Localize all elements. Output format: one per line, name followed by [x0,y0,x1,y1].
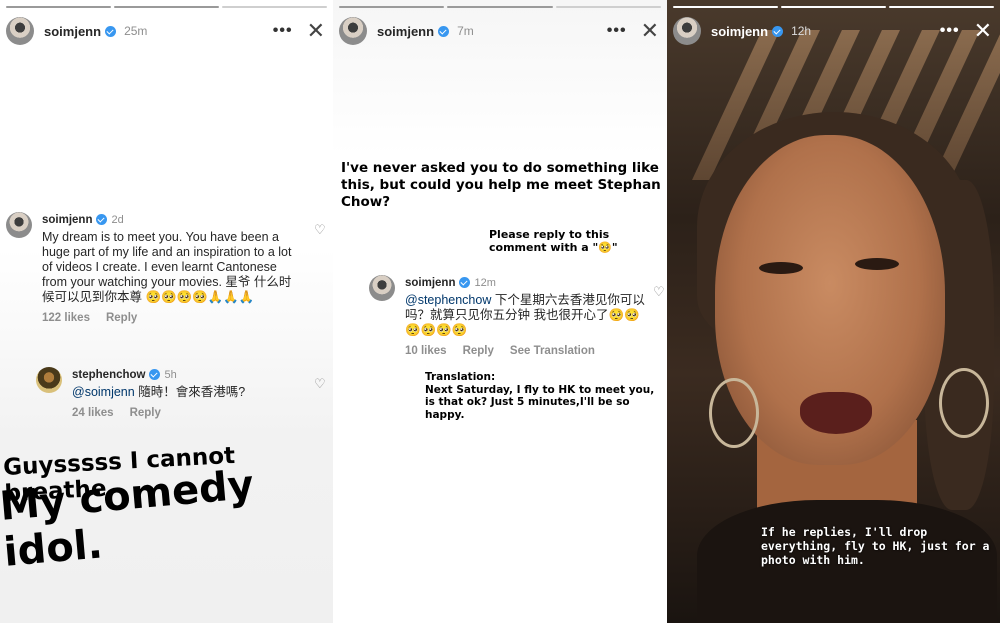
progress-segment [673,6,778,8]
mention-link[interactable]: @soimjenn [72,385,135,399]
close-icon[interactable]: ✕ [974,20,992,42]
commenter-name[interactable]: soimjenn [405,277,455,289]
more-options-icon[interactable]: ••• [607,22,627,40]
close-icon[interactable]: ✕ [641,20,659,42]
comment: soimjenn 12m @stephenchow 下个星期六去香港见你可以吗？就… [369,275,655,359]
close-icon[interactable]: ✕ [307,20,325,42]
likes-count[interactable]: 122 likes [42,312,90,324]
progress-bars [339,6,661,8]
comment-time: 5h [164,369,177,381]
avatar[interactable] [339,17,367,45]
story-time: 7m [457,24,474,38]
translation-text: Next Saturday, I fly to HK to meet you, … [425,383,655,421]
story-panel-2[interactable]: soimjenn 7m ••• ✕ I've never asked you t… [333,0,667,623]
username[interactable]: soimjenn [377,24,434,39]
commenter-avatar[interactable] [369,275,395,301]
avatar[interactable] [6,17,34,45]
comment-time: 12m [474,277,496,289]
story-panel-3[interactable]: soimjenn 12h ••• ✕ If he replies, I'll d… [667,0,1000,623]
reply-comment: stephenchow 5h @soimjenn 隨時！會來香港嗎? 24 lik… [36,367,306,421]
progress-segment [114,6,219,8]
mention-link[interactable]: @stephenchow [405,293,491,307]
see-translation-button[interactable]: See Translation [510,345,595,357]
reply-button[interactable]: Reply [106,312,137,324]
comment: soimjenn 2d My dream is to meet you. You … [6,212,306,326]
reply-button[interactable]: Reply [130,407,161,419]
commenter-avatar[interactable] [6,212,32,238]
progress-segment [555,6,661,8]
verified-badge-icon [96,214,108,226]
eye [855,258,899,270]
earring [709,378,759,448]
comment-time: 2d [111,214,124,226]
commenter-avatar[interactable] [36,367,62,393]
earring [939,368,989,438]
story-header: soimjenn 12h ••• ✕ [673,16,992,46]
progress-bars [6,6,327,8]
story-time: 25m [124,24,148,38]
commenter-name[interactable]: stephenchow [72,369,145,381]
translation-label: Translation: [425,371,496,383]
caption-text: If he replies, I'll drop everything, fly… [761,525,990,567]
story-time: 12h [791,24,812,38]
commenter-name[interactable]: soimjenn [42,214,92,226]
progress-segment [222,6,327,8]
request-text: Please reply to this comment with a "🥺" [489,228,618,254]
verified-badge-icon [459,277,471,289]
username[interactable]: soimjenn [711,24,768,39]
reply-button[interactable]: Reply [463,345,494,357]
likes-count[interactable]: 10 likes [405,345,447,357]
comment-text: My dream is to meet you. You have been a… [42,230,292,304]
more-options-icon[interactable]: ••• [940,22,960,40]
more-options-icon[interactable]: ••• [273,22,293,40]
progress-segment [339,6,445,8]
eye [759,262,803,274]
heart-icon[interactable]: ♡ [314,376,326,392]
username[interactable]: soimjenn [44,24,101,39]
heart-icon[interactable]: ♡ [653,284,665,300]
verified-badge-icon [772,25,784,37]
progress-segment [781,6,886,8]
progress-segment [447,6,553,8]
likes-count[interactable]: 24 likes [72,407,114,419]
progress-segment [889,6,994,8]
translation-sticker: Translation: Next Saturday, I fly to HK … [425,371,665,421]
verified-badge-icon [105,25,117,37]
mouth [800,392,872,434]
verified-badge-icon [438,25,450,37]
heart-icon[interactable]: ♡ [314,222,326,238]
question-text: I've never asked you to do something lik… [341,160,661,210]
verified-badge-icon [149,369,161,381]
progress-bars [673,6,994,8]
story-header: soimjenn 7m ••• ✕ [339,16,659,46]
comment-text: 隨時！會來香港嗎? [134,385,246,399]
story-panel-1[interactable]: soimjenn 25m ••• ✕ soimjenn 2d My dream i… [0,0,333,623]
avatar[interactable] [673,17,701,45]
story-header: soimjenn 25m ••• ✕ [6,16,325,46]
progress-segment [6,6,111,8]
